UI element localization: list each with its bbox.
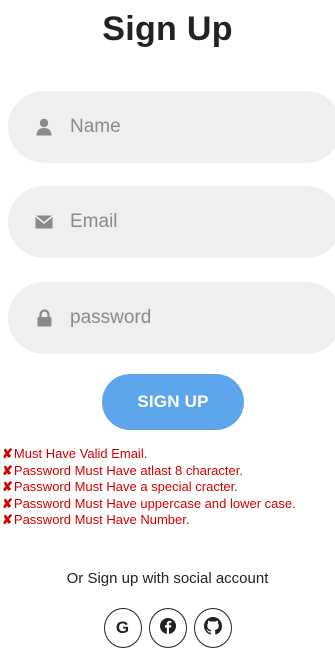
validation-errors: ✘ Must Have Valid Email. ✘ Password Must H… xyxy=(2,446,296,529)
error-x-icon: ✘ xyxy=(2,479,13,494)
error-x-icon: ✘ xyxy=(2,446,13,461)
error-item: ✘ Password Must Have a special cracter. xyxy=(2,479,238,494)
name-input[interactable] xyxy=(68,115,302,139)
google-icon: G xyxy=(115,618,130,637)
error-item: ✘ Password Must Have Number. xyxy=(2,512,190,527)
social-buttons: G xyxy=(0,608,335,648)
email-input[interactable] xyxy=(68,210,302,234)
envelope-icon xyxy=(34,212,54,232)
signup-button[interactable]: SIGN UP xyxy=(102,374,244,430)
page-title: Sign Up xyxy=(102,10,233,48)
error-item: ✘ Password Must Have uppercase and lower … xyxy=(2,495,296,511)
error-x-icon: ✘ xyxy=(2,462,13,478)
email-field[interactable] xyxy=(8,186,335,258)
facebook-icon xyxy=(159,617,177,640)
facebook-button[interactable] xyxy=(148,608,187,648)
password-field[interactable] xyxy=(8,282,335,354)
error-item: ✘ Password Must Have atlast 8 character. xyxy=(2,462,243,478)
error-x-icon: ✘ xyxy=(2,512,13,527)
error-item: ✘ Must Have Valid Email. xyxy=(2,446,148,461)
github-icon xyxy=(203,616,222,640)
github-button[interactable] xyxy=(193,608,232,648)
lock-icon xyxy=(34,308,54,328)
error-x-icon: ✘ xyxy=(2,495,13,511)
user-icon xyxy=(34,117,54,137)
google-button[interactable]: G xyxy=(103,608,142,648)
social-prompt: Or Sign up with social account xyxy=(66,570,269,587)
name-field[interactable] xyxy=(8,91,335,163)
password-input[interactable] xyxy=(68,306,302,330)
